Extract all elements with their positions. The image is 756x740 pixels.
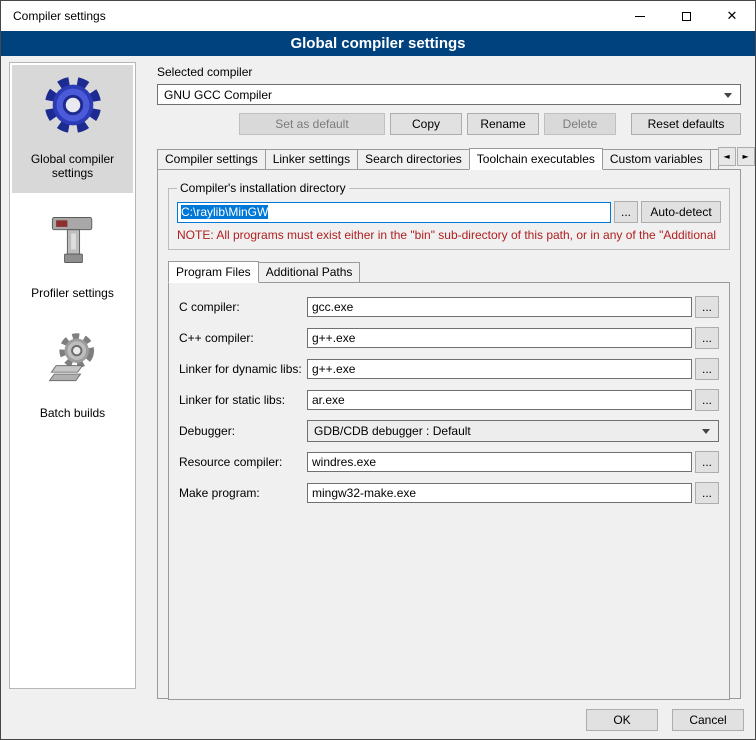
window-title: Compiler settings	[13, 9, 106, 23]
install-dir-selected-text: C:\raylib\MinGW	[181, 205, 268, 219]
dynamic-linker-browse-button[interactable]: ...	[695, 358, 719, 380]
delete-button: Delete	[544, 113, 616, 135]
chevron-down-icon	[702, 429, 710, 434]
install-dir-input[interactable]: C:\raylib\MinGW	[177, 202, 611, 223]
chevron-down-icon	[724, 93, 732, 98]
make-program-row: Make program: ...	[179, 482, 719, 504]
maximize-button[interactable]	[663, 1, 709, 31]
installation-directory-legend: Compiler's installation directory	[177, 181, 349, 195]
cpp-compiler-input[interactable]	[307, 328, 692, 348]
debugger-select-value: GDB/CDB debugger : Default	[314, 424, 471, 438]
selected-compiler-label: Selected compiler	[157, 65, 741, 79]
cancel-button[interactable]: Cancel	[672, 709, 744, 731]
sidebar-item-label: Global compiler settings	[14, 152, 131, 180]
c-compiler-input[interactable]	[307, 297, 692, 317]
tab-linker-settings[interactable]: Linker settings	[265, 149, 358, 169]
autodetect-button[interactable]: Auto-detect	[641, 201, 721, 223]
tab-search-directories[interactable]: Search directories	[357, 149, 470, 169]
debugger-select[interactable]: GDB/CDB debugger : Default	[307, 420, 719, 442]
batch-builds-icon	[43, 330, 103, 393]
tab-scroll-right-icon[interactable]: ►	[737, 147, 755, 166]
install-dir-browse-button[interactable]: ...	[614, 201, 638, 223]
tab-toolchain-executables[interactable]: Toolchain executables	[469, 148, 603, 170]
debugger-row: Debugger: GDB/CDB debugger : Default	[179, 420, 719, 442]
toolchain-executables-panel: Compiler's installation directory C:\ray…	[157, 169, 741, 699]
dynamic-linker-input[interactable]	[307, 359, 692, 379]
titlebar: Compiler settings ✕	[1, 1, 755, 31]
c-compiler-row: C compiler: ...	[179, 296, 719, 318]
make-program-label: Make program:	[179, 486, 307, 500]
sidebar-item-label: Profiler settings	[14, 286, 131, 300]
dialog-body: Global compiler settings Profiler settin…	[1, 56, 755, 739]
tab-program-files[interactable]: Program Files	[168, 261, 259, 283]
close-button[interactable]: ✕	[709, 1, 755, 31]
program-files-panel: C compiler: ... C++ compiler: ... Linker…	[168, 282, 730, 700]
settings-category-list: Global compiler settings Profiler settin…	[9, 62, 136, 689]
gear-icon	[42, 74, 104, 139]
cpp-compiler-row: C++ compiler: ...	[179, 327, 719, 349]
maximize-icon	[682, 12, 691, 21]
installation-directory-group: Compiler's installation directory C:\ray…	[168, 181, 730, 250]
cpp-compiler-label: C++ compiler:	[179, 331, 307, 345]
resource-compiler-label: Resource compiler:	[179, 455, 307, 469]
window-controls: ✕	[617, 1, 755, 31]
resource-compiler-browse-button[interactable]: ...	[695, 451, 719, 473]
dialog-header: Global compiler settings	[1, 31, 755, 56]
sidebar-item-label: Batch builds	[14, 406, 131, 420]
tab-scroll-left-icon[interactable]: ◄	[718, 147, 736, 166]
settings-tabs: Compiler settings Linker settings Search…	[157, 147, 741, 169]
compiler-settings-window: Compiler settings ✕ Global compiler sett…	[0, 0, 756, 740]
static-linker-label: Linker for static libs:	[179, 393, 307, 407]
make-program-input[interactable]	[307, 483, 692, 503]
debugger-label: Debugger:	[179, 424, 307, 438]
cpp-compiler-browse-button[interactable]: ...	[695, 327, 719, 349]
compiler-actions: Set as default Copy Rename Delete Reset …	[157, 113, 741, 135]
compiler-select-value: GNU GCC Compiler	[164, 88, 272, 102]
program-files-tabs: Program Files Additional Paths	[168, 260, 730, 282]
tab-additional-paths[interactable]: Additional Paths	[258, 262, 361, 282]
tab-custom-variables[interactable]: Custom variables	[602, 149, 711, 169]
static-linker-input[interactable]	[307, 390, 692, 410]
compiler-select[interactable]: GNU GCC Compiler	[157, 84, 741, 105]
tab-compiler-settings[interactable]: Compiler settings	[157, 149, 266, 169]
dynamic-linker-label: Linker for dynamic libs:	[179, 362, 307, 376]
c-compiler-label: C compiler:	[179, 300, 307, 314]
make-program-browse-button[interactable]: ...	[695, 482, 719, 504]
bin-subdirectory-note: NOTE: All programs must exist either in …	[177, 228, 721, 242]
resource-compiler-input[interactable]	[307, 452, 692, 472]
static-linker-browse-button[interactable]: ...	[695, 389, 719, 411]
dialog-footer: OK Cancel	[586, 709, 744, 731]
set-as-default-button: Set as default	[239, 113, 385, 135]
sidebar-item-batch-builds[interactable]: Batch builds	[12, 321, 133, 433]
resource-compiler-row: Resource compiler: ...	[179, 451, 719, 473]
tab-scrollers: ◄ ►	[718, 147, 755, 166]
dynamic-linker-row: Linker for dynamic libs: ...	[179, 358, 719, 380]
sidebar-item-profiler-settings[interactable]: Profiler settings	[12, 201, 133, 313]
reset-defaults-button[interactable]: Reset defaults	[631, 113, 741, 135]
sidebar-item-global-compiler-settings[interactable]: Global compiler settings	[12, 65, 133, 193]
profiler-icon	[43, 210, 103, 273]
copy-button[interactable]: Copy	[390, 113, 462, 135]
c-compiler-browse-button[interactable]: ...	[695, 296, 719, 318]
ok-button[interactable]: OK	[586, 709, 658, 731]
static-linker-row: Linker for static libs: ...	[179, 389, 719, 411]
rename-button[interactable]: Rename	[467, 113, 539, 135]
minimize-icon	[635, 16, 645, 17]
installation-directory-row: C:\raylib\MinGW ... Auto-detect	[177, 201, 721, 223]
main-panel: Selected compiler GNU GCC Compiler Set a…	[146, 56, 749, 739]
minimize-button[interactable]	[617, 1, 663, 31]
